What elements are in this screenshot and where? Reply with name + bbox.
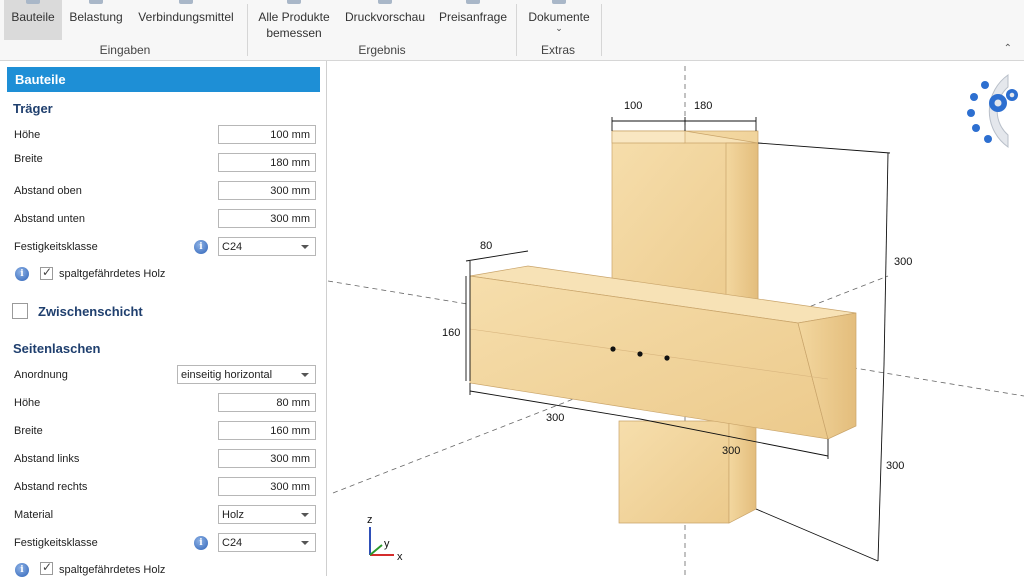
bauteile-button-label: Bauteile: [11, 10, 55, 24]
axis-y-label: y: [384, 538, 390, 550]
collapse-ribbon-icon[interactable]: ⌃: [1004, 43, 1012, 54]
dim-label: 300: [546, 412, 564, 424]
lasche-festigkeit-value: C24: [222, 537, 243, 549]
dim-label: 300: [722, 445, 740, 457]
material-value: Holz: [222, 509, 245, 521]
section-title-zwischenschicht: Zwischenschicht: [38, 304, 143, 319]
traeger-festigkeit-label: Festigkeitsklasse: [14, 241, 98, 253]
axis-z-label: z: [367, 514, 373, 526]
info-icon[interactable]: i: [194, 536, 208, 550]
ribbon-divider: [601, 4, 602, 56]
zoom-out-icon[interactable]: [970, 93, 978, 101]
dropdown-arrow-icon: [301, 373, 309, 377]
traeger-festigkeit-value: C24: [222, 241, 243, 253]
abstand-links-input[interactable]: 300 mm: [218, 449, 316, 468]
traeger-breite-input[interactable]: 180 mm: [218, 153, 316, 172]
lasche-spalt-label: spaltgefährdetes Holz: [59, 564, 166, 576]
belastung-button-label: Belastung: [69, 10, 123, 24]
alle-produkte-icon: [287, 0, 301, 4]
dim-label: 300: [894, 256, 912, 268]
druckvorschau-button-label: Druckvorschau: [344, 10, 426, 24]
alle-produkte-bemessen-button[interactable]: Alle Produkte bemessen: [252, 0, 336, 44]
rotate-icon[interactable]: [972, 124, 980, 132]
bauteile-icon: [26, 0, 40, 4]
dim-label: 160: [442, 327, 460, 339]
dropdown-arrow-icon: [301, 245, 309, 249]
abstand-unten-input[interactable]: 300 mm: [218, 209, 316, 228]
ribbon-divider: [247, 4, 248, 56]
dropdown-arrow-icon: [301, 541, 309, 545]
abstand-oben-input[interactable]: 300 mm: [218, 181, 316, 200]
home-view-icon[interactable]: [984, 135, 992, 143]
group-label-eingaben: Eingaben: [99, 43, 151, 57]
traeger-spalt-checkbox[interactable]: [40, 265, 53, 280]
verbindungsmittel-button-label: Verbindungsmittel: [138, 10, 234, 24]
abstand-rechts-label: Abstand rechts: [14, 481, 88, 493]
lasche-festigkeit-select[interactable]: C24: [218, 533, 316, 552]
material-label: Material: [14, 509, 54, 521]
group-label-extras: Extras: [540, 43, 575, 57]
abstand-links-label: Abstand links: [14, 453, 80, 465]
properties-panel: Bauteile Träger Höhe 100 mm Breite 180 m…: [0, 61, 327, 577]
section-title-seitenlaschen: Seitenlaschen: [13, 341, 101, 356]
druckvorschau-icon: [378, 0, 392, 4]
anordnung-select[interactable]: einseitig horizontal: [177, 365, 316, 384]
zoom-in-icon[interactable]: [981, 81, 989, 89]
view-navigation-control[interactable]: [967, 74, 1018, 148]
belastung-button[interactable]: Belastung: [64, 0, 128, 40]
lasche-spalt-checkbox[interactable]: [40, 560, 53, 575]
group-label-ergebnis: Ergebnis: [358, 43, 406, 57]
lasche-breite-label: Breite: [14, 425, 43, 437]
dim-label: 80: [480, 240, 492, 252]
dokumente-button[interactable]: Dokumente ⌄: [522, 0, 596, 42]
dim-label: 180: [694, 100, 712, 112]
bauteile-button[interactable]: Bauteile: [4, 0, 62, 40]
dim-label: 100: [624, 100, 642, 112]
bemessen-label: bemessen: [266, 26, 322, 40]
abstand-rechts-input[interactable]: 300 mm: [218, 477, 316, 496]
anordnung-value: einseitig horizontal: [181, 369, 273, 381]
ribbon: Bauteile Belastung Verbindungsmittel Ein…: [0, 0, 1024, 61]
traeger-breite-label: Breite: [14, 153, 43, 165]
druckvorschau-button[interactable]: Druckvorschau: [340, 0, 430, 40]
dropdown-arrow-icon: [301, 513, 309, 517]
dim-label: 300: [886, 460, 904, 472]
info-icon[interactable]: i: [15, 267, 29, 281]
preisanfrage-button[interactable]: Preisanfrage: [434, 0, 512, 40]
traeger-festigkeit-select[interactable]: C24: [218, 237, 316, 256]
side-plate-beam: [469, 265, 857, 440]
pan-icon[interactable]: [967, 109, 975, 117]
traeger-hoehe-input[interactable]: 100 mm: [218, 125, 316, 144]
panel-header: Bauteile: [7, 67, 320, 92]
alle-produkte-label: Alle Produkte: [258, 10, 330, 24]
preisanfrage-icon: [466, 0, 480, 4]
lasche-festigkeit-label: Festigkeitsklasse: [14, 537, 98, 549]
preisanfrage-button-label: Preisanfrage: [438, 10, 508, 24]
lasche-hoehe-label: Höhe: [14, 397, 41, 409]
zwischenschicht-checkbox[interactable]: [12, 303, 28, 319]
verbindungsmittel-button[interactable]: Verbindungsmittel: [132, 0, 240, 40]
dokumente-button-label: Dokumente: [528, 10, 590, 24]
axis-x-label: x: [397, 551, 403, 563]
3d-scene: 100 180 80 160 300 300 300 300 z y x: [327, 66, 1024, 576]
lasche-hoehe-input[interactable]: 80 mm: [218, 393, 316, 412]
ribbon-divider: [516, 4, 517, 56]
traeger-hoehe-label: Höhe: [14, 129, 41, 141]
3d-viewport[interactable]: 100 180 80 160 300 300 300 300 z y x: [327, 61, 1024, 576]
axis-triad: z y x: [367, 514, 403, 563]
belastung-icon: [89, 0, 103, 4]
lasche-breite-input[interactable]: 160 mm: [218, 421, 316, 440]
abstand-oben-label: Abstand oben: [14, 185, 82, 197]
dokumente-icon: [552, 0, 566, 4]
section-title-traeger: Träger: [13, 101, 53, 116]
info-icon[interactable]: i: [15, 563, 29, 577]
info-icon[interactable]: i: [194, 240, 208, 254]
column-lower: [618, 420, 757, 524]
verbindungsmittel-icon: [179, 0, 193, 4]
chevron-down-icon: ⌄: [555, 23, 563, 33]
traeger-spalt-label: spaltgefährdetes Holz: [59, 268, 166, 280]
anordnung-label: Anordnung: [14, 369, 68, 381]
abstand-unten-label: Abstand unten: [14, 213, 85, 225]
material-select[interactable]: Holz: [218, 505, 316, 524]
